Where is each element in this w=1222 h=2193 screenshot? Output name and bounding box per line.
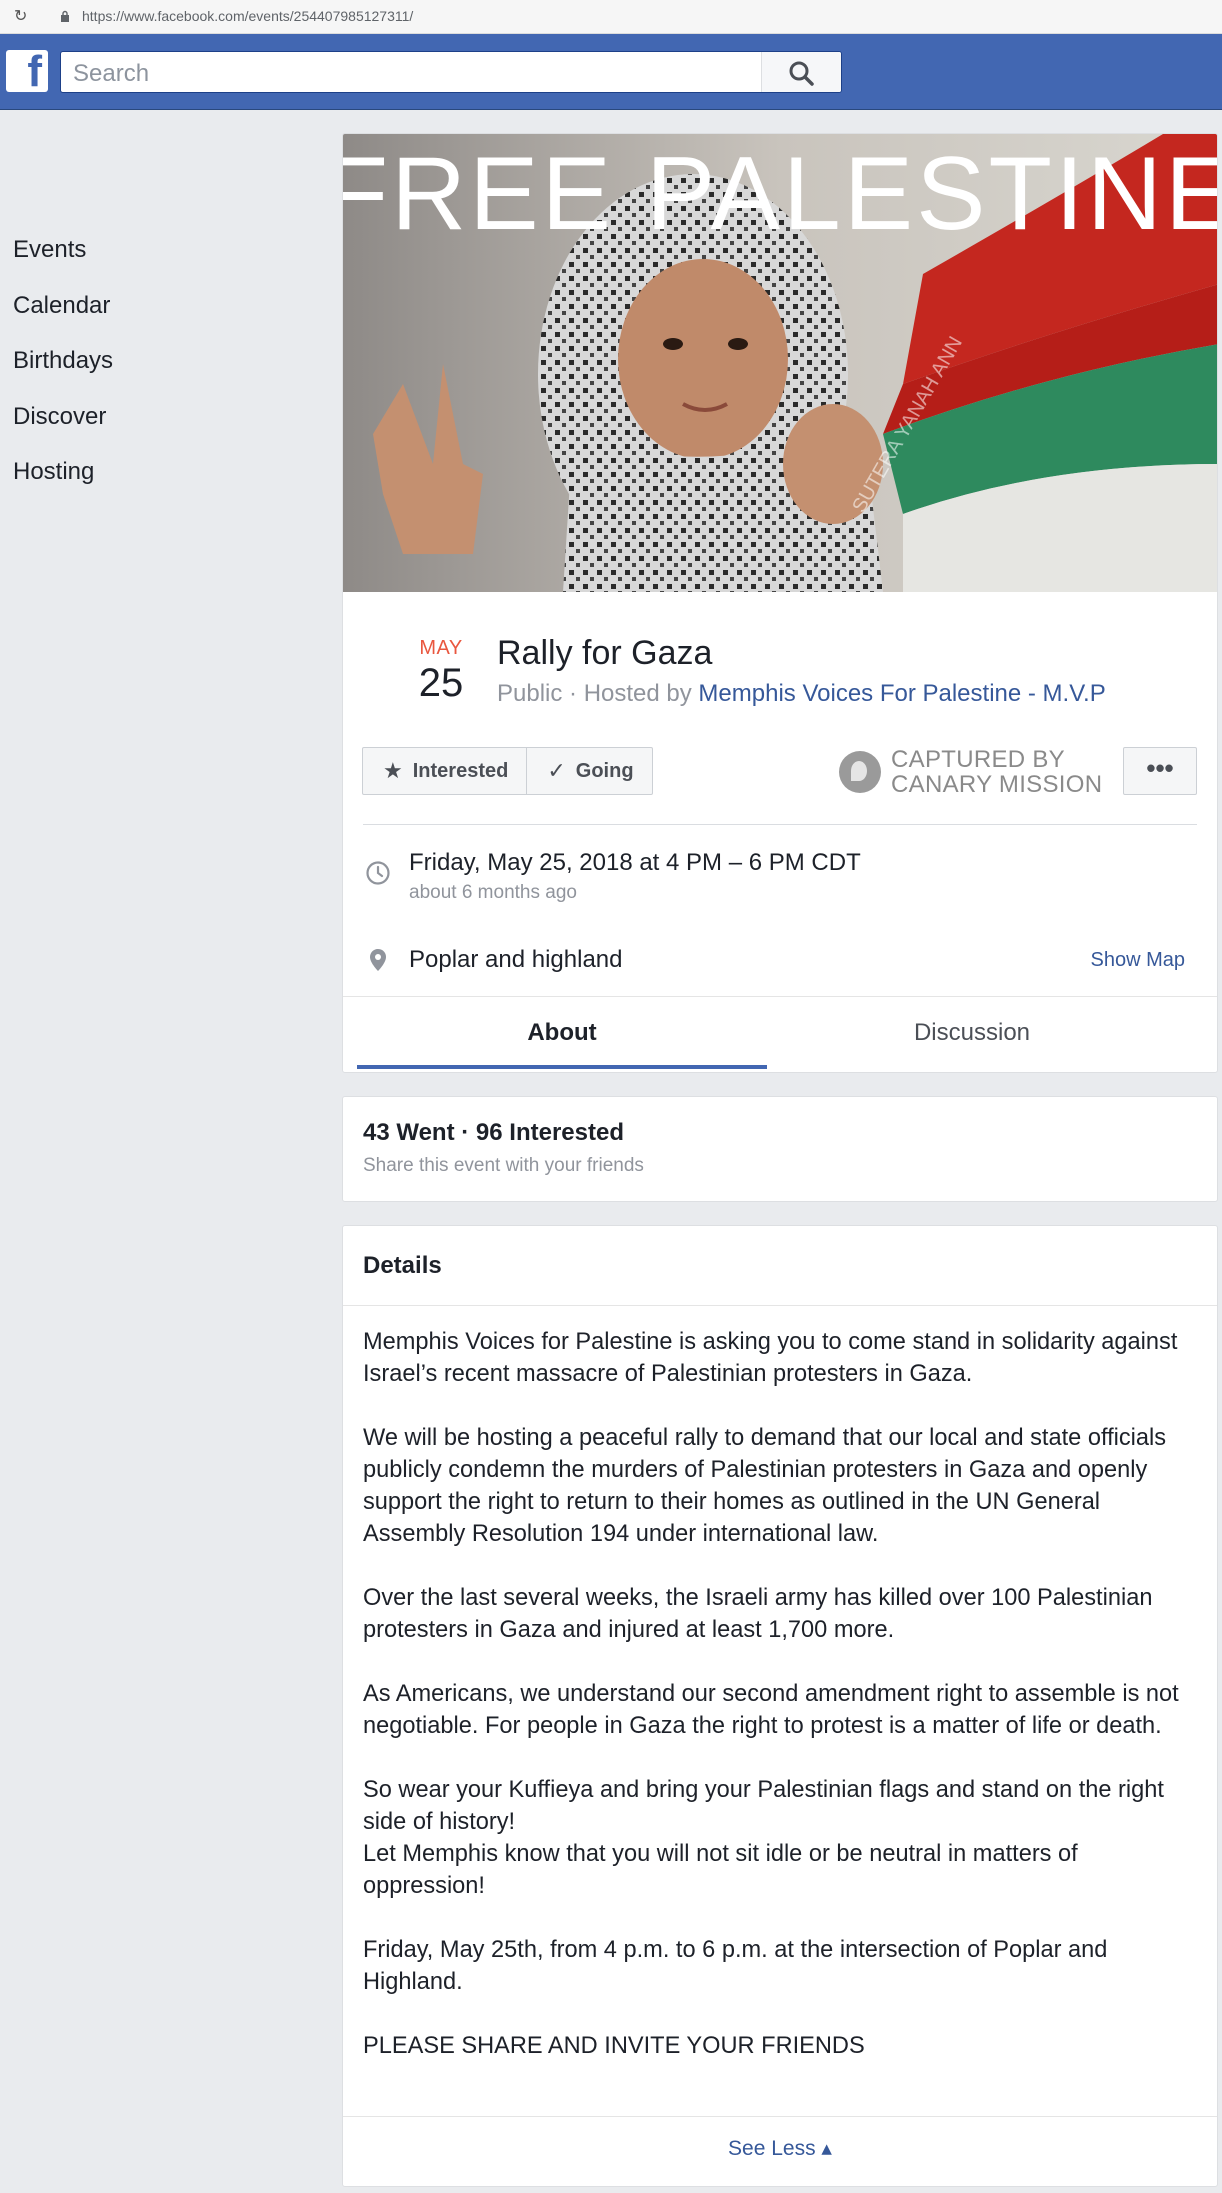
sidebar-item-events[interactable]: Events: [13, 232, 113, 288]
sidebar-item-calendar[interactable]: Calendar: [13, 288, 113, 344]
star-icon: ★: [383, 758, 403, 783]
share-hint: Share this event with your friends: [363, 1155, 644, 1176]
search-bar[interactable]: Search: [60, 51, 842, 93]
rsvp-button-group: ★ Interested ✓ Going: [362, 747, 653, 795]
sidebar-item-birthdays[interactable]: Birthdays: [13, 343, 113, 399]
details-paragraph: Let Memphis know that you will not sit i…: [363, 1841, 1078, 1899]
reload-icon[interactable]: ↻: [14, 8, 32, 26]
going-button[interactable]: ✓ Going: [526, 748, 651, 794]
location-pin-icon: [370, 949, 386, 971]
details-paragraph: So wear your Kuffieya and bring your Pal…: [363, 1777, 1164, 1835]
top-navigation-bar: f Search: [0, 34, 1222, 110]
sidebar-item-hosting[interactable]: Hosting: [13, 454, 113, 510]
tab-about[interactable]: About: [357, 1019, 767, 1047]
canary-bird-icon: [839, 751, 881, 793]
divider: [343, 2116, 1217, 2117]
see-less-button[interactable]: See Less ▴: [343, 2136, 1217, 2161]
details-paragraph: As Americans, we understand our second a…: [363, 1681, 1179, 1739]
search-button[interactable]: [761, 52, 841, 92]
url-text[interactable]: https://www.facebook.com/events/25440798…: [82, 8, 413, 24]
events-sidebar: Events Calendar Birthdays Discover Hosti…: [13, 232, 113, 510]
check-icon: ✓: [547, 758, 566, 783]
attendance-summary[interactable]: 43 Went · 96 Interested: [363, 1119, 624, 1147]
show-map-link[interactable]: Show Map: [1091, 949, 1186, 972]
event-subtitle: Public · Hosted by Memphis Voices For Pa…: [497, 680, 1106, 708]
active-tab-indicator: [357, 1065, 767, 1069]
event-relative-time: about 6 months ago: [409, 882, 577, 903]
event-host-link[interactable]: Memphis Voices For Palestine - M.V.P: [698, 680, 1105, 707]
details-paragraph: PLEASE SHARE AND INVITE YOUR FRIENDS: [363, 2033, 865, 2059]
event-date-badge: MAY 25: [391, 637, 491, 706]
event-month: MAY: [419, 637, 463, 659]
tab-discussion[interactable]: Discussion: [767, 1019, 1177, 1047]
event-privacy: Public · Hosted by: [497, 680, 699, 707]
details-heading: Details: [363, 1252, 442, 1279]
sidebar-item-discover[interactable]: Discover: [13, 399, 113, 455]
cover-title-text: FREE PALESTINE: [343, 136, 1218, 252]
divider: [343, 996, 1217, 997]
event-title: Rally for Gaza: [497, 634, 713, 672]
attendance-card: 43 Went · 96 Interested Share this event…: [342, 1096, 1218, 1202]
more-options-button[interactable]: •••: [1123, 747, 1197, 795]
clock-icon: [366, 861, 390, 885]
event-datetime[interactable]: Friday, May 25, 2018 at 4 PM – 6 PM CDT: [409, 849, 861, 877]
details-paragraph: We will be hosting a peaceful rally to d…: [363, 1425, 1167, 1547]
search-input[interactable]: Search: [73, 60, 149, 88]
details-paragraph: Friday, May 25th, from 4 p.m. to 6 p.m. …: [363, 1937, 1108, 1995]
search-icon: [789, 61, 814, 86]
lock-icon: [61, 10, 69, 22]
event-cover-photo[interactable]: FREE PALESTINE SUTERA YANAH ANN: [343, 134, 1218, 592]
divider: [363, 824, 1197, 825]
event-day: 25: [418, 661, 464, 705]
details-card: Details Memphis Voices for Palestine is …: [342, 1225, 1218, 2187]
details-body: Memphis Voices for Palestine is asking y…: [363, 1326, 1203, 2062]
details-paragraph: Over the last several weeks, the Israeli…: [363, 1585, 1153, 1643]
browser-url-bar[interactable]: ↻ https://www.facebook.com/events/254407…: [0, 0, 1222, 34]
canary-mission-stamp: CAPTURED BY CANARY MISSION: [839, 746, 1102, 798]
details-paragraph: Memphis Voices for Palestine is asking y…: [363, 1329, 1178, 1387]
divider: [343, 1305, 1217, 1306]
interested-button[interactable]: ★ Interested: [363, 748, 526, 794]
event-header-card: FREE PALESTINE SUTERA YANAH ANN MAY 25 R…: [342, 133, 1218, 1073]
event-location[interactable]: Poplar and highland: [409, 946, 623, 974]
facebook-logo-icon[interactable]: f: [6, 50, 48, 94]
